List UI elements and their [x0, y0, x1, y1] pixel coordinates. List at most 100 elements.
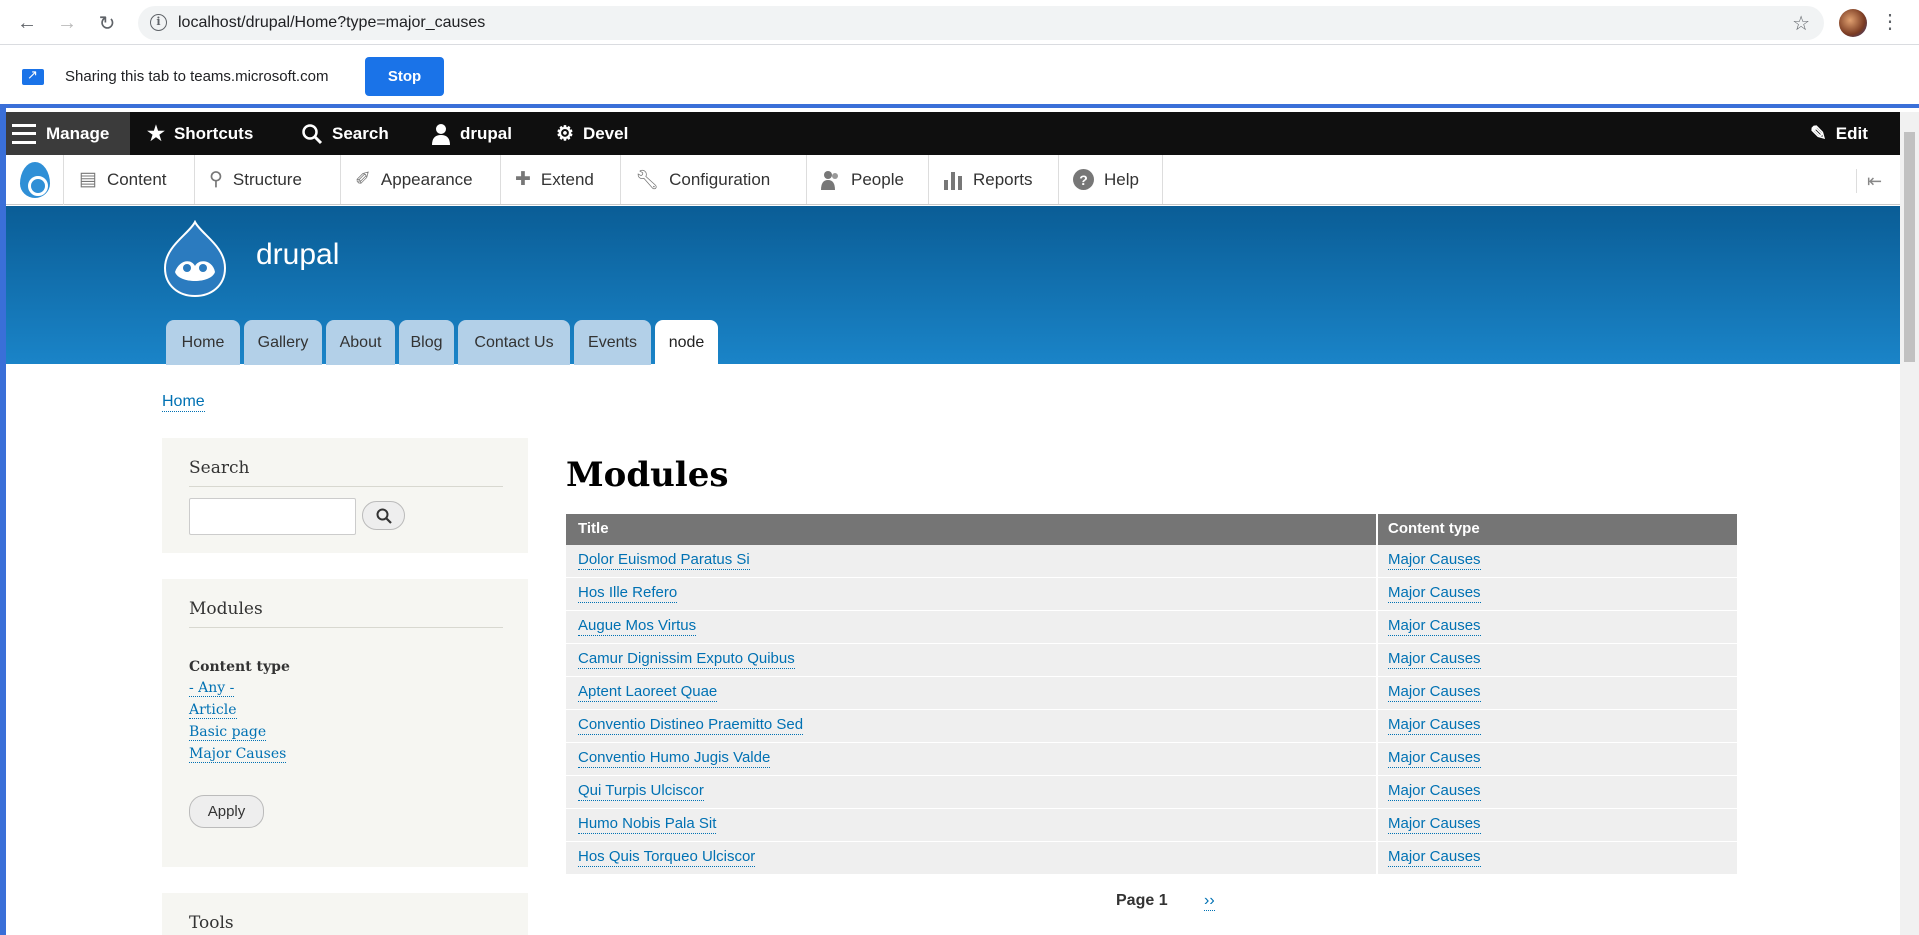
- tab-node[interactable]: node: [655, 320, 718, 365]
- manage-menu[interactable]: Manage: [6, 112, 130, 155]
- search-menu[interactable]: Search: [301, 112, 389, 155]
- facet-major-causes[interactable]: Major Causes: [189, 746, 287, 763]
- info-icon[interactable]: i: [150, 14, 167, 31]
- tray-item-configuration[interactable]: 🔧︎ Configuration: [621, 155, 807, 204]
- table-row: Aptent Laoreet Quae Major Causes: [566, 677, 1737, 710]
- file-icon: ▤: [79, 169, 97, 190]
- drupal-logo-icon[interactable]: [6, 155, 64, 205]
- facet-article[interactable]: Article: [189, 702, 237, 719]
- table-row: Conventio Distineo Praemitto Sed Major Ca…: [566, 710, 1737, 743]
- row-type-link[interactable]: Major Causes: [1388, 551, 1481, 570]
- tab-about[interactable]: About: [326, 320, 395, 365]
- address-bar[interactable]: i localhost/drupal/Home?type=major_cause…: [138, 6, 1824, 40]
- table-row: Qui Turpis Ulciscor Major Causes: [566, 776, 1737, 809]
- row-title-link[interactable]: Conventio Humo Jugis Valde: [578, 749, 771, 768]
- tray-item-content[interactable]: ▤ Content: [65, 155, 195, 204]
- row-title-link[interactable]: Hos Ille Refero: [578, 584, 678, 603]
- hamburger-icon: [12, 123, 36, 144]
- page-title: Modules: [566, 455, 729, 495]
- modules-block-title: Modules: [189, 599, 263, 619]
- devel-label: Devel: [582, 123, 629, 143]
- bookmark-star-icon[interactable]: ☆: [1792, 11, 1810, 36]
- tab-blog[interactable]: Blog: [399, 320, 454, 365]
- tools-block: Tools: [162, 893, 528, 935]
- browser-menu-icon[interactable]: ⋮: [1880, 9, 1900, 34]
- drupal-site-logo[interactable]: [161, 220, 229, 298]
- shortcuts-menu[interactable]: ★ Shortcuts: [147, 112, 253, 155]
- tray-item-label: Extend: [540, 169, 594, 189]
- row-title-link[interactable]: Humo Nobis Pala Sit: [578, 815, 717, 834]
- tray-item-help[interactable]: ? Help: [1059, 155, 1163, 204]
- column-content-type[interactable]: Content type: [1388, 520, 1480, 537]
- page-viewport: Manage ★ Shortcuts Search drupal ⚙ Devel…: [6, 112, 1900, 935]
- site-name[interactable]: drupal: [256, 238, 339, 272]
- tray-item-appearance[interactable]: ✐ Appearance: [341, 155, 501, 204]
- puzzle-icon: ✚: [515, 169, 531, 190]
- tray-item-label: Configuration: [669, 169, 771, 189]
- column-title[interactable]: Title: [578, 520, 609, 537]
- wrench-icon: 🔧︎: [635, 169, 660, 191]
- tray-item-label: Content: [106, 169, 167, 189]
- magnifier-icon: [376, 508, 392, 524]
- tray-item-label: People: [851, 169, 904, 189]
- row-type-link[interactable]: Major Causes: [1388, 782, 1481, 801]
- search-submit-button[interactable]: [362, 501, 405, 530]
- row-title-link[interactable]: Dolor Euismod Paratus Si: [578, 551, 750, 570]
- tab-events[interactable]: Events: [574, 320, 651, 365]
- tab-gallery[interactable]: Gallery: [244, 320, 322, 365]
- table-header: Title Content type: [566, 514, 1737, 545]
- row-type-link[interactable]: Major Causes: [1388, 815, 1481, 834]
- row-title-link[interactable]: Conventio Distineo Praemitto Sed: [578, 716, 804, 735]
- help-icon: ?: [1073, 169, 1094, 190]
- row-title-link[interactable]: Aptent Laoreet Quae: [578, 683, 718, 702]
- tray-item-label: Reports: [973, 169, 1033, 189]
- row-type-link[interactable]: Major Causes: [1388, 749, 1481, 768]
- divider: [189, 486, 503, 487]
- modules-block: Modules Content type - Any - Article Bas…: [162, 579, 528, 867]
- facet-any[interactable]: - Any -: [189, 680, 235, 697]
- back-icon[interactable]: ←: [14, 10, 40, 36]
- reload-icon[interactable]: ↻: [94, 10, 120, 36]
- divider: [189, 627, 503, 628]
- row-title-link[interactable]: Qui Turpis Ulciscor: [578, 782, 704, 801]
- facet-basic-page[interactable]: Basic page: [189, 724, 267, 741]
- paintbrush-icon: ✐: [355, 169, 371, 190]
- site-header: drupal Home Gallery About Blog Contact U…: [6, 206, 1900, 365]
- edit-toggle[interactable]: ✎ Edit: [1810, 112, 1868, 155]
- tray-item-label: Appearance: [380, 169, 473, 189]
- url-text[interactable]: localhost/drupal/Home?type=major_causes: [178, 14, 485, 32]
- tray-item-extend[interactable]: ✚ Extend: [501, 155, 621, 204]
- tab-home[interactable]: Home: [166, 320, 240, 365]
- tray-item-label: Structure: [232, 169, 302, 189]
- search-block: Search: [162, 438, 528, 553]
- row-type-link[interactable]: Major Causes: [1388, 617, 1481, 636]
- stop-sharing-button[interactable]: Stop: [365, 57, 444, 96]
- row-title-link[interactable]: Augue Mos Virtus: [578, 617, 697, 636]
- table-row: Humo Nobis Pala Sit Major Causes: [566, 809, 1737, 842]
- row-type-link[interactable]: Major Causes: [1388, 848, 1481, 867]
- scrollbar-thumb[interactable]: [1904, 132, 1915, 362]
- tray-item-reports[interactable]: Reports: [929, 155, 1059, 204]
- people-icon: [821, 170, 838, 190]
- row-type-link[interactable]: Major Causes: [1388, 650, 1481, 669]
- row-type-link[interactable]: Major Causes: [1388, 683, 1481, 702]
- forward-icon[interactable]: →: [54, 10, 80, 36]
- table-row: Hos Quis Torqueo Ulciscor Major Causes: [566, 842, 1737, 875]
- row-type-link[interactable]: Major Causes: [1388, 584, 1481, 603]
- pager-next-link[interactable]: ››: [1204, 892, 1215, 911]
- profile-avatar[interactable]: [1839, 9, 1867, 37]
- row-type-link[interactable]: Major Causes: [1388, 716, 1481, 735]
- page-scrollbar[interactable]: [1900, 112, 1919, 935]
- table-row: Camur Dignissim Exputo Quibus Major Cause…: [566, 644, 1737, 677]
- row-title-link[interactable]: Hos Quis Torqueo Ulciscor: [578, 848, 756, 867]
- devel-menu[interactable]: ⚙ Devel: [556, 112, 628, 155]
- search-input[interactable]: [189, 498, 356, 535]
- apply-button[interactable]: Apply: [189, 795, 264, 828]
- user-menu[interactable]: drupal: [431, 112, 512, 155]
- tray-item-structure[interactable]: ⚲ Structure: [195, 155, 341, 204]
- tray-item-people[interactable]: People: [807, 155, 929, 204]
- collapse-tray-icon[interactable]: ⇤: [1856, 169, 1892, 193]
- tab-contact-us[interactable]: Contact Us: [458, 320, 570, 365]
- breadcrumb[interactable]: Home: [162, 393, 205, 412]
- row-title-link[interactable]: Camur Dignissim Exputo Quibus: [578, 650, 795, 669]
